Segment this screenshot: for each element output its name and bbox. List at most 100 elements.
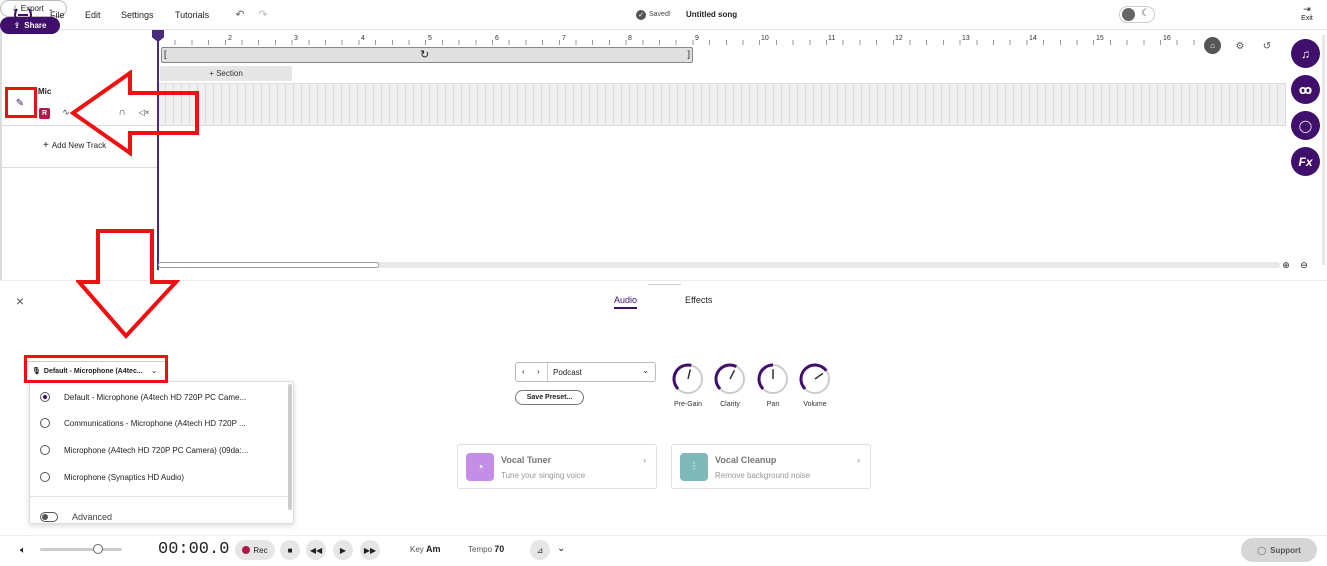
vocal-cleanup-card[interactable]: ⫶ Vocal Cleanup Remove background noise … [671, 444, 871, 489]
exit-button[interactable]: ⇥ Exit [1298, 4, 1316, 22]
device-option[interactable]: Microphone (A4tech HD 720P PC Camera) (0… [40, 445, 248, 455]
undo-icon[interactable]: ↶ [234, 8, 246, 21]
close-icon[interactable]: × [13, 293, 27, 309]
card-title: Vocal Cleanup [715, 455, 777, 465]
speaker-icon[interactable]: 🔈︎ [16, 543, 30, 557]
knob-dial[interactable] [756, 362, 790, 396]
knob-label: Pre-Gain [673, 401, 702, 408]
clarity-knob[interactable]: Clarity [713, 362, 747, 408]
record-arm-badge[interactable]: R [39, 108, 50, 119]
forward-icon: ▶▶ [363, 545, 377, 555]
vertical-scrollbar[interactable] [1322, 35, 1325, 265]
pan-knob[interactable]: Pan [756, 362, 790, 408]
fx-icon[interactable]: Fx [1291, 147, 1320, 176]
annotation-arrow-down [76, 229, 180, 339]
save-preset-button[interactable]: Save Preset... [515, 390, 584, 405]
device-option[interactable]: Microphone (Synaptics HD Audio) [40, 472, 184, 482]
zoom-out-icon[interactable]: ⊖ [1298, 259, 1310, 271]
preset-selector[interactable]: ‹ › Podcast ⌄ [515, 362, 656, 382]
prev-preset-icon[interactable]: ‹ [522, 367, 525, 376]
music-note-icon[interactable]: ♫ [1291, 39, 1320, 68]
master-volume-slider[interactable] [40, 544, 122, 554]
record-dot-icon [242, 546, 251, 554]
advanced-label: Advanced [72, 512, 113, 522]
track-name[interactable]: Mic [38, 87, 51, 96]
device-option-label: Default - Microphone (A4tech HD 720P PC … [64, 392, 247, 402]
tempo-value: 70 [494, 544, 505, 554]
record-button[interactable]: Rec [235, 540, 275, 560]
redo-icon[interactable]: ↷ [257, 8, 269, 21]
next-preset-icon[interactable]: › [537, 367, 540, 376]
left-panel-edge [0, 30, 2, 280]
key-value: Am [426, 544, 441, 554]
tab-audio[interactable]: Audio [614, 295, 638, 309]
rewind-icon: ◀◀ [309, 545, 323, 555]
divider [547, 363, 548, 381]
exit-label: Exit [1301, 15, 1313, 22]
tempo-selector[interactable]: Tempo 70 [468, 544, 504, 554]
zoom-in-icon[interactable]: ⊕ [1280, 259, 1292, 271]
metronome-icon: ⊿ [536, 545, 544, 555]
top-bar: File Edit Settings Tutorials ↶ ↷ ✓ Saved… [0, 0, 1327, 34]
loop-end-handle[interactable]: ] [687, 49, 690, 59]
play-button[interactable]: ▶ [333, 540, 353, 560]
knob-label: Clarity [720, 401, 740, 408]
time-display: 00:00.0 [158, 540, 230, 559]
menu-edit[interactable]: Edit [85, 10, 101, 20]
preset-name: Podcast [553, 368, 582, 377]
knob-dial[interactable] [798, 362, 832, 396]
settings-gear-icon[interactable]: ⚙ [1233, 39, 1247, 53]
track-lane[interactable] [158, 83, 1286, 126]
pregain-knob[interactable]: Pre-Gain [671, 362, 705, 408]
loop-start-handle[interactable]: [ [164, 49, 167, 59]
metronome-button[interactable]: ⊿ [530, 540, 550, 560]
input-device-dropdown: Default - Microphone (A4tech HD 720P PC … [29, 381, 294, 524]
logo-icon[interactable] [12, 6, 34, 24]
radio [40, 445, 50, 455]
song-title[interactable]: Untitled song [686, 10, 737, 19]
sun-icon [1122, 8, 1135, 21]
chevron-down-icon[interactable]: ⌄ [557, 543, 565, 554]
menu-tutorials[interactable]: Tutorials [175, 10, 209, 20]
check-icon: ✓ [636, 10, 646, 20]
device-option-label: Microphone (Synaptics HD Audio) [64, 472, 185, 482]
device-option[interactable]: Default - Microphone (A4tech HD 720P PC … [40, 392, 246, 402]
menu-file[interactable]: File [50, 10, 65, 20]
plus-icon: + [43, 140, 49, 151]
theme-toggle[interactable]: ☾ [1119, 6, 1155, 23]
moon-icon: ☾ [1141, 8, 1150, 19]
dropdown-scrollbar[interactable] [288, 384, 292, 510]
volume-knob[interactable]: Volume [798, 362, 832, 408]
tempo-label: Tempo [468, 545, 493, 554]
forward-button[interactable]: ▶▶ [360, 540, 380, 560]
key-label: Key [410, 545, 424, 554]
collaborators-icon[interactable]: ꝏ [1291, 75, 1320, 104]
device-option[interactable]: Communications - Microphone (A4tech HD 7… [40, 418, 246, 428]
annotation-arrow-left [70, 70, 199, 157]
menu-settings[interactable]: Settings [121, 10, 154, 20]
support-button[interactable]: ◯ Support [1241, 538, 1317, 562]
divider [30, 496, 288, 497]
knob-dial[interactable] [671, 362, 705, 396]
rewind-button[interactable]: ◀◀ [306, 540, 326, 560]
loop-toggle-icon[interactable]: ↺ [1260, 39, 1274, 53]
key-selector[interactable]: Key Am [410, 544, 441, 554]
chat-icon[interactable]: ◯ [1291, 111, 1320, 140]
chevron-right-icon: › [643, 455, 646, 465]
knob-dial[interactable] [713, 362, 747, 396]
timeline-ruler[interactable]: 2 3 4 5 6 7 8 9 10 11 12 13 14 15 16 [158, 30, 1286, 46]
panel-drag-handle[interactable] [648, 284, 681, 285]
chevron-down-icon: ⌄ [642, 366, 649, 375]
annotation-box-device-select [24, 355, 168, 383]
toggle-switch[interactable] [40, 512, 58, 522]
advanced-toggle[interactable]: Advanced [40, 512, 112, 522]
metronome-icon[interactable]: ⌂ [1204, 37, 1221, 54]
stop-button[interactable]: ■ [280, 540, 300, 560]
vocal-tuner-card[interactable]: ◔ Vocal Tuner Tune your singing voice › [457, 444, 657, 489]
record-label: Rec [253, 545, 268, 555]
device-option-label: Communications - Microphone (A4tech HD 7… [64, 418, 246, 428]
tab-effects[interactable]: Effects [685, 295, 712, 305]
scrollbar-thumb[interactable] [158, 262, 379, 268]
loop-region[interactable]: [ ↻ ] [161, 47, 693, 63]
slider-thumb[interactable] [93, 544, 103, 554]
